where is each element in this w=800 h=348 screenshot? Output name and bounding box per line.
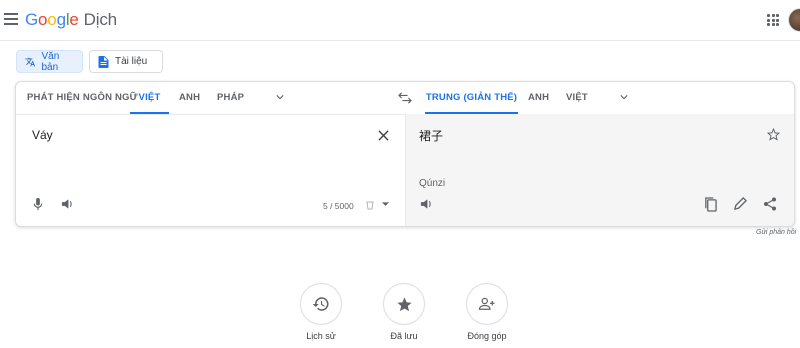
handwriting-icon[interactable] [366, 200, 374, 210]
swap-languages-icon[interactable] [398, 92, 412, 104]
send-feedback-link[interactable]: Gửi phản hồi [756, 229, 796, 236]
source-text-input[interactable]: Váy [32, 128, 53, 142]
source-lang-detect[interactable]: PHÁT HIỆN NGÔN NGỮ [27, 82, 138, 114]
history-label: Lịch sử [306, 331, 336, 341]
logo-letter: G [25, 10, 39, 29]
text-mode-label: Văn bản [41, 50, 60, 73]
history-button[interactable] [300, 283, 342, 325]
menu-icon[interactable] [4, 13, 18, 25]
text-mode-button[interactable]: Văn bản [16, 50, 83, 73]
source-more-chevron-down-icon[interactable] [276, 93, 284, 101]
translate-icon [25, 57, 36, 66]
top-bar: Google Dịch [0, 0, 800, 41]
target-lang-english[interactable]: ANH [528, 82, 549, 114]
source-lang-french[interactable]: PHÁP [217, 82, 244, 114]
source-speaker-icon[interactable] [61, 198, 74, 210]
share-icon[interactable] [763, 197, 777, 211]
avatar[interactable] [788, 8, 800, 32]
document-mode-button[interactable]: Tài liệu [89, 50, 163, 73]
save-star-icon[interactable] [767, 128, 780, 141]
contribute-label: Đóng góp [467, 331, 507, 341]
target-lang-vietnamese[interactable]: VIỆT [566, 82, 588, 114]
character-count: 5 / 5000 [323, 201, 354, 211]
target-lang-chinese-simplified[interactable]: TRUNG (GIẢN THỂ) [425, 82, 518, 114]
input-tools-chevron-down-icon[interactable] [382, 202, 389, 207]
logo-letter: e [69, 10, 79, 29]
contribute-people-icon [478, 297, 495, 310]
target-more-chevron-down-icon[interactable] [620, 93, 628, 101]
logo-letter: g [56, 10, 66, 29]
logo-letter: o [47, 10, 57, 29]
source-lang-english[interactable]: ANH [179, 82, 200, 114]
document-mode-label: Tài liệu [115, 56, 148, 67]
saved-star-icon [396, 296, 412, 311]
copy-icon[interactable] [704, 197, 717, 212]
target-speaker-icon[interactable] [420, 198, 433, 210]
translation-card: PHÁT HIỆN NGÔN NGỮ VIỆT ANH PHÁP TRUNG (… [15, 81, 795, 227]
saved-label: Đã lưu [390, 331, 418, 341]
product-name: Dịch [83, 10, 117, 29]
edit-pencil-icon[interactable] [734, 197, 747, 210]
apps-grid-icon[interactable] [767, 14, 779, 26]
document-icon [98, 55, 109, 68]
translated-text: 裙子 [419, 129, 444, 143]
romanization-text: Qúnzi [419, 178, 446, 189]
history-icon [312, 297, 329, 311]
saved-button[interactable] [383, 283, 425, 325]
language-bar: PHÁT HIỆN NGÔN NGỮ VIỆT ANH PHÁP TRUNG (… [16, 82, 794, 115]
google-translate-logo[interactable]: Google Dịch [25, 10, 117, 30]
logo-letter: o [38, 10, 48, 29]
microphone-icon[interactable] [33, 198, 43, 211]
source-lang-vietnamese[interactable]: VIỆT [130, 82, 169, 114]
contribute-button[interactable] [466, 283, 508, 325]
clear-source-close-icon[interactable] [378, 130, 389, 141]
